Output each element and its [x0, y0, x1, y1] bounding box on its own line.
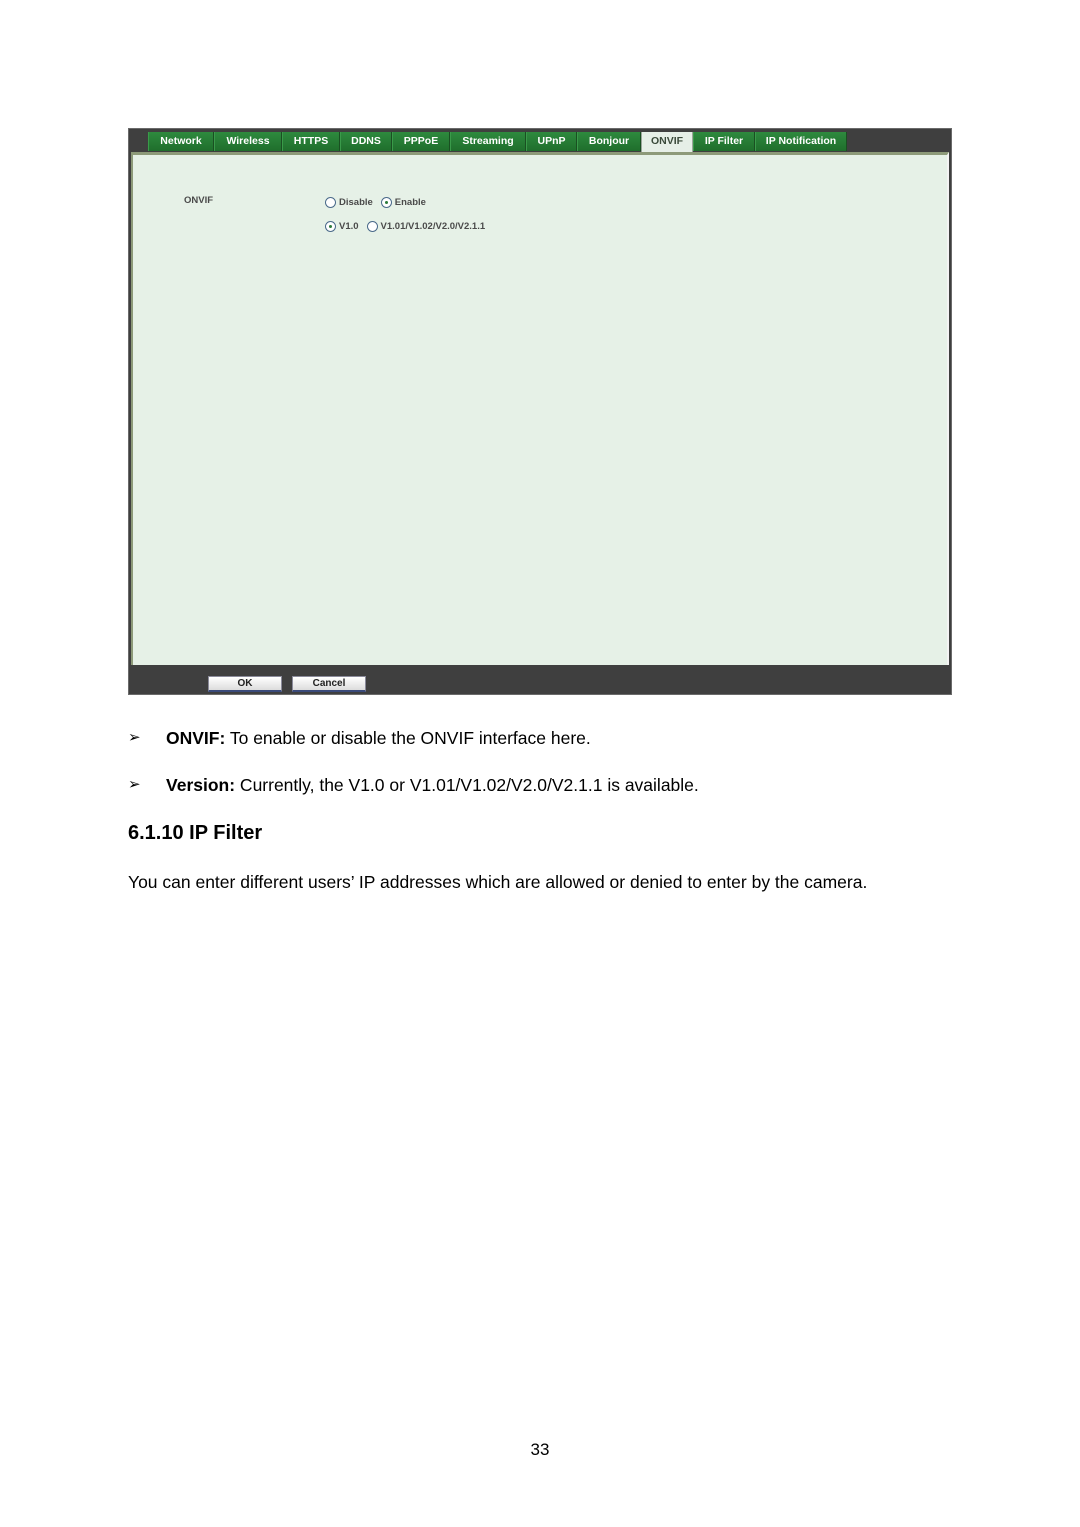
section-heading: 6.1.10 IP Filter: [128, 822, 263, 844]
tab-https[interactable]: HTTPS: [282, 132, 340, 151]
disable-radio[interactable]: [325, 197, 336, 208]
version-v1-01-label: V1.01/V1.02/V2.0/V2.1.1: [380, 221, 486, 232]
tab-streaming[interactable]: Streaming: [450, 132, 526, 151]
tab-upnp[interactable]: UPnP: [526, 132, 577, 151]
tab-wireless[interactable]: Wireless: [214, 132, 282, 151]
bullet-onvif: ➢ ONVIF: To enable or disable the ONVIF …: [128, 728, 591, 749]
bullet-text: To enable or disable the ONVIF interface…: [225, 728, 591, 748]
page-number: 33: [530, 1440, 550, 1459]
arrow-bullet-icon: ➢: [128, 729, 141, 746]
bullet-term: ONVIF:: [166, 728, 226, 748]
tab-bonjour[interactable]: Bonjour: [577, 132, 641, 151]
enable-label: Enable: [394, 197, 426, 208]
tab-network[interactable]: Network: [148, 132, 214, 151]
tab-onvif[interactable]: ONVIF: [641, 132, 693, 152]
bullet-version: ➢ Version: Currently, the V1.0 or V1.01/…: [128, 775, 699, 796]
enable-radio[interactable]: [380, 197, 392, 208]
tab-bar: Network Wireless HTTPS DDNS PPPoE Stream…: [148, 132, 847, 152]
cancel-button[interactable]: Cancel: [292, 676, 366, 692]
ok-button[interactable]: OK: [208, 676, 282, 692]
tab-ip-notification[interactable]: IP Notification: [755, 132, 847, 151]
version-radio-group: V1.0 V1.01/V1.02/V2.0/V2.1.1: [325, 221, 485, 232]
tab-ddns[interactable]: DDNS: [340, 132, 392, 151]
version-v1-0-radio[interactable]: [325, 221, 336, 232]
tab-pppoe[interactable]: PPPoE: [392, 132, 450, 151]
version-v1-01-radio[interactable]: [366, 221, 378, 232]
onvif-state-radio-group: Disable Enable: [325, 197, 426, 208]
section-paragraph: You can enter different users’ IP addres…: [128, 872, 868, 892]
arrow-bullet-icon: ➢: [128, 776, 141, 793]
onvif-label: ONVIF: [184, 195, 214, 206]
disable-label: Disable: [339, 197, 373, 208]
tab-ip-filter[interactable]: IP Filter: [693, 132, 755, 151]
bullet-text: Currently, the V1.0 or V1.01/V1.02/V2.0/…: [235, 775, 699, 795]
version-v1-0-label: V1.0: [339, 221, 359, 232]
onvif-settings-screenshot: Network Wireless HTTPS DDNS PPPoE Stream…: [128, 128, 952, 695]
settings-panel: ONVIF Disable Enable V1.0 V1.01/V1.02/V2…: [131, 152, 949, 665]
bullet-term: Version:: [166, 775, 236, 795]
